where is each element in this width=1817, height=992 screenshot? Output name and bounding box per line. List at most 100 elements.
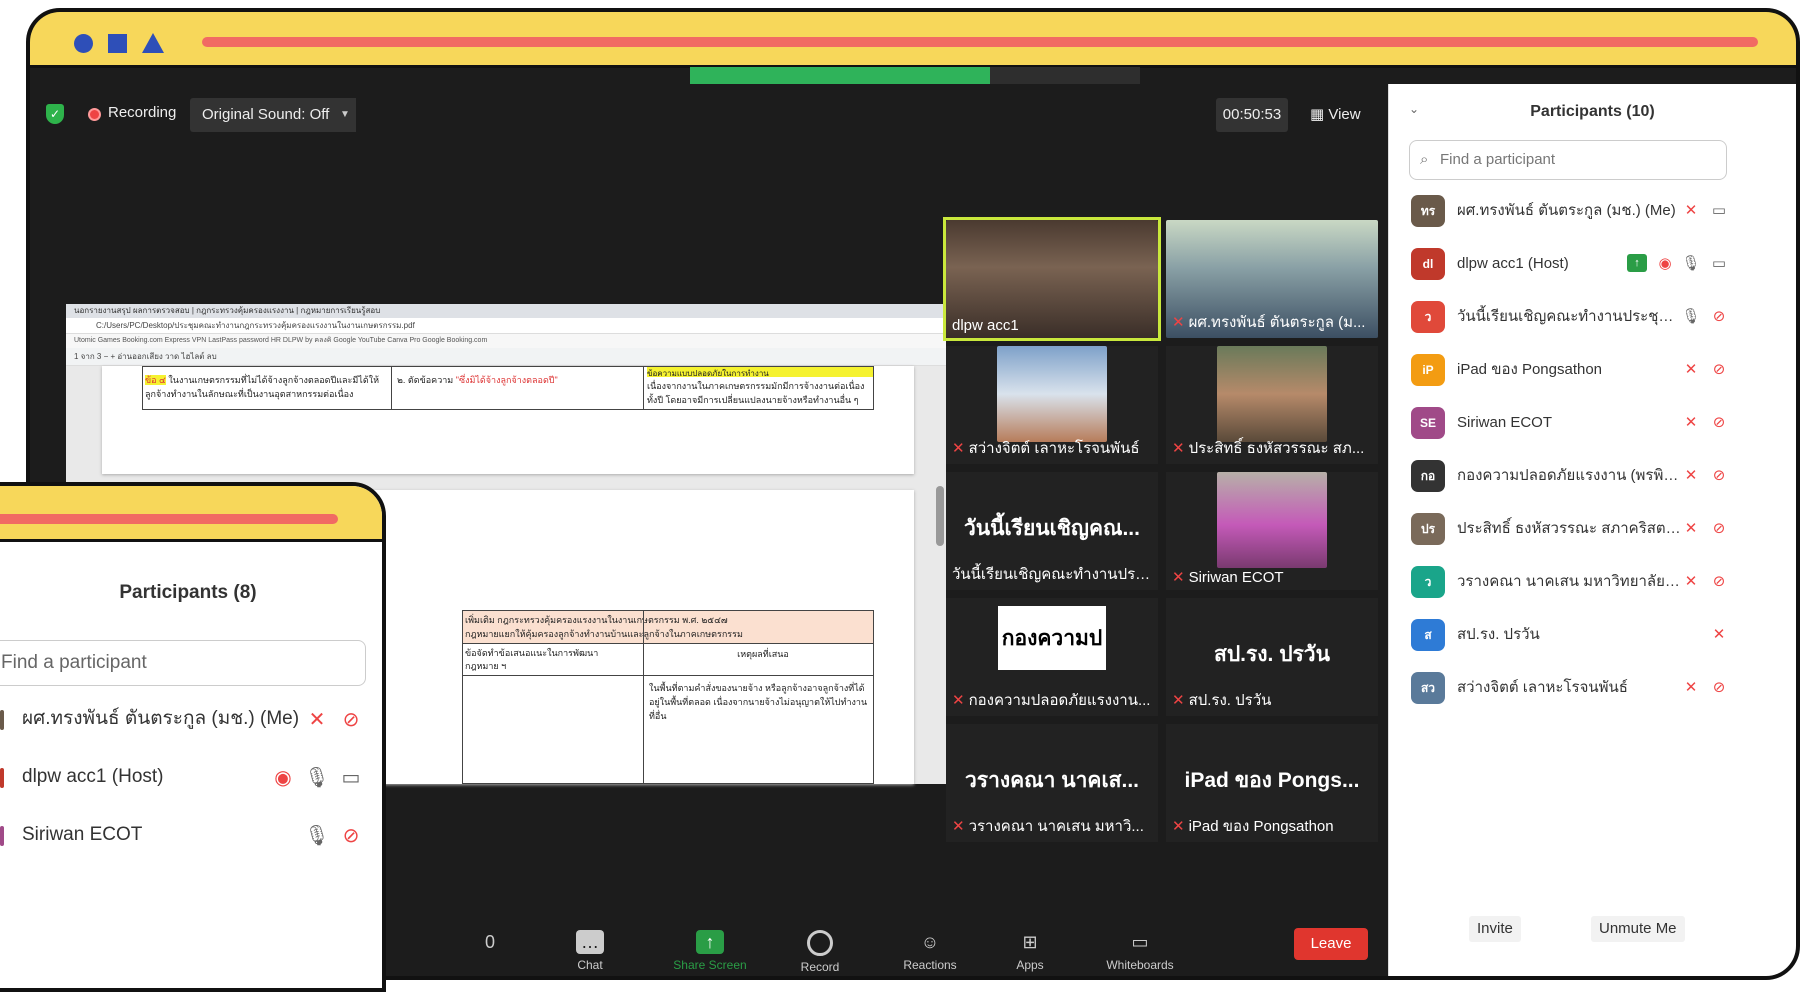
profile-photo: [997, 346, 1107, 442]
unmute-me-button[interactable]: Unmute Me: [1591, 916, 1685, 942]
avatar: dl: [1411, 248, 1445, 280]
video-tile[interactable]: วันนี้เรียนเชิญคณ... วันนี้เรียนเชิญคณะท…: [946, 472, 1158, 590]
muted-mic-icon[interactable]: ✕: [304, 707, 330, 733]
muted-mic-icon[interactable]: ✕: [1681, 519, 1701, 539]
participant-row[interactable]: dl dlpw acc1 (Host) ↑ ◉ 🎙 ▭: [1389, 237, 1796, 290]
popup-participant-row[interactable]: dlpw acc1 (Host) ◉ 🎙 ▭: [0, 748, 382, 806]
participants-count: 0: [484, 932, 495, 952]
participant-row[interactable]: ส สป.รง. ปรวัน ✕: [1389, 608, 1796, 661]
muted-mic-icon[interactable]: ✕: [1709, 625, 1729, 645]
video-off-icon[interactable]: ⊘: [1709, 678, 1729, 698]
tile-name: สป.รง. ปรวัน: [1188, 692, 1272, 709]
leave-button[interactable]: Leave: [1294, 928, 1368, 960]
video-off-icon[interactable]: ⊘: [1709, 519, 1729, 539]
muted-mic-icon[interactable]: ✕: [1681, 413, 1701, 433]
mic-icon[interactable]: 🎙: [1681, 307, 1701, 327]
original-sound-button[interactable]: Original Sound: Off: [190, 98, 342, 132]
tile-name: ประสิทธิ์ ธงหัสวรรณะ สภ...: [1188, 440, 1365, 457]
muted-mic-icon[interactable]: ✕: [1681, 466, 1701, 486]
pdf-col-head-1: ข้อจัดทำข้อเสนอแนะในการพัฒนากฎหมาย ฯ: [465, 648, 599, 671]
browser-address-bar[interactable]: C:/Users/PC/Desktop/ประชุมคณะทำงานกฎกระท…: [66, 318, 946, 334]
viewing-banner: [690, 67, 990, 85]
muted-mic-icon[interactable]: ✕: [1681, 201, 1701, 221]
muted-mic-icon[interactable]: ✕: [1681, 572, 1701, 592]
avatar: ทร: [1411, 195, 1445, 227]
participant-name: ผศ.ทรงพันธ์ ตันตระกูล (มช.) (Me): [1457, 202, 1676, 219]
video-tile[interactable]: iPad ของ Pongs... ✕ iPad ของ Pongsathon: [1166, 724, 1378, 842]
muted-mic-icon: ✕: [1172, 440, 1185, 457]
pdf-cell-1: ข้อ ๔ ในงานเกษตรกรรมที่ไม่ได้จ้างลูกจ้าง…: [145, 375, 379, 399]
pdf-toolbar[interactable]: 1 จาก 3 − + อ่านออกเสียง วาด ไฮไลต์ ลบ: [66, 348, 946, 366]
mic-icon[interactable]: 🎙: [304, 765, 330, 791]
video-gallery: dlpw acc1 ✕ ผศ.ทรงพันธ์ ตันตระกูล (ม... ✕…: [943, 217, 1378, 842]
tile-name: วันนี้เรียนเชิญคณะทำงานประ...: [952, 566, 1154, 583]
participant-name: สว่างจิตต์ เลาหะโรจนพันธ์: [1457, 679, 1628, 696]
browser-bookmarks[interactable]: Utomic Games Booking.com Express VPN Las…: [66, 334, 946, 348]
participant-search-input[interactable]: ⌕ Find a participant: [1409, 140, 1727, 180]
audio-count-button[interactable]: 0: [450, 930, 530, 954]
panel-title: Participants (10): [1530, 103, 1655, 120]
video-off-icon[interactable]: ⊘: [1709, 572, 1729, 592]
whiteboards-button[interactable]: ▭ Whiteboards: [1100, 930, 1180, 972]
participant-row[interactable]: ปร ประสิทธิ์ ธงหัสวรรณะ สภาคริสตจักรใน..…: [1389, 502, 1796, 555]
browser-tabs[interactable]: นอกรายงานสรุป ผลการตรวจสอบ | กฎกระทรวงคุ…: [66, 304, 946, 318]
avatar: ปร: [1411, 513, 1445, 545]
video-icon[interactable]: ▭: [1709, 201, 1729, 221]
muted-mic-icon[interactable]: ✕: [1681, 360, 1701, 380]
popup-search-input[interactable]: Find a participant: [0, 640, 366, 686]
chat-button[interactable]: … Chat: [550, 930, 630, 972]
participant-row[interactable]: ว วันนี้เรียนเชิญคณะทำงานประชุม เวลา ...…: [1389, 290, 1796, 343]
participant-row[interactable]: สว สว่างจิตต์ เลาหะโรจนพันธ์ ✕ ⊘: [1389, 661, 1796, 714]
participant-row[interactable]: SE Siriwan ECOT ✕ ⊘: [1389, 396, 1796, 449]
muted-mic-icon[interactable]: ✕: [1681, 678, 1701, 698]
popup-participant-row[interactable]: Siriwan ECOT 🎙 ⊘: [0, 806, 382, 864]
video-icon[interactable]: ▭: [338, 765, 364, 791]
avatar: [0, 826, 4, 846]
video-off-icon[interactable]: ⊘: [1709, 466, 1729, 486]
participant-row[interactable]: ทร ผศ.ทรงพันธ์ ตันตระกูล (มช.) (Me) ✕ ▭: [1389, 184, 1796, 237]
video-off-icon[interactable]: ⊘: [1709, 360, 1729, 380]
video-tile[interactable]: สป.รง. ปรวัน ✕ สป.รง. ปรวัน: [1166, 598, 1378, 716]
shield-icon[interactable]: ✓: [46, 104, 64, 124]
pdf-subtitle: กฎหมายแยกให้คุ้มครองลูกจ้างทำงานบ้านและล…: [465, 629, 743, 639]
mic-icon[interactable]: 🎙: [1681, 254, 1701, 274]
share-screen-button[interactable]: ↑ Share Screen: [670, 930, 750, 972]
video-tile[interactable]: ✕ ผศ.ทรงพันธ์ ตันตระกูล (ม...: [1166, 220, 1378, 338]
pdf-cell-header: ข้อความแบบปลอดภัยในการทำงาน: [647, 367, 873, 378]
video-tile[interactable]: วรางคณา นาคเส... ✕ วรางคณา นาคเสน มหาวิ..…: [946, 724, 1158, 842]
video-tile[interactable]: กองความป ✕ กองความปลอดภัยแรงงาน...: [946, 598, 1158, 716]
video-off-icon[interactable]: ⊘: [1709, 307, 1729, 327]
muted-mic-icon: ✕: [1172, 314, 1185, 331]
reactions-button[interactable]: ☺ Reactions: [890, 930, 970, 972]
invite-button[interactable]: Invite: [1469, 916, 1521, 942]
tile-name: dlpw acc1: [952, 317, 1019, 334]
participant-row[interactable]: iP iPad ของ Pongsathon ✕ ⊘: [1389, 343, 1796, 396]
tile-big-name: วรางคณา นาคเส...: [965, 769, 1139, 792]
chevron-down-icon[interactable]: ▼: [334, 98, 356, 132]
video-tile[interactable]: ✕ สว่างจิตต์ เลาหะโรจนพันธ์: [946, 346, 1158, 464]
video-tile[interactable]: ✕ Siriwan ECOT: [1166, 472, 1378, 590]
title-bar-line: [202, 37, 1758, 47]
participant-name: สป.รง. ปรวัน: [1457, 626, 1540, 643]
record-icon: [807, 930, 833, 956]
participant-list: ทร ผศ.ทรงพันธ์ ตันตระกูล (มช.) (Me) ✕ ▭ …: [1389, 184, 1796, 714]
video-off-icon[interactable]: ⊘: [338, 707, 364, 733]
mic-icon[interactable]: 🎙: [304, 823, 330, 849]
popup-participant-row[interactable]: ผศ.ทรงพันธ์ ตันตระกูล (มช.) (Me) ✕ ⊘: [0, 690, 382, 748]
muted-mic-icon: ✕: [1172, 569, 1185, 586]
participant-row[interactable]: กอ กองความปลอดภัยแรงงาน (พรพิมล มุข... ✕…: [1389, 449, 1796, 502]
video-tile[interactable]: dlpw acc1: [943, 217, 1161, 341]
apps-button[interactable]: ⊞ Apps: [990, 930, 1070, 972]
tile-name: สว่างจิตต์ เลาหะโรจนพันธ์: [968, 440, 1140, 457]
view-button[interactable]: ▦ View: [1310, 98, 1361, 132]
video-icon[interactable]: ▭: [1709, 254, 1729, 274]
video-off-icon[interactable]: ⊘: [1709, 413, 1729, 433]
video-off-icon[interactable]: ⊘: [338, 823, 364, 849]
pdf-scrollbar[interactable]: [936, 486, 944, 546]
participants-popup: Participants (8) Find a participant ผศ.ท…: [0, 482, 386, 992]
square-icon: [108, 34, 127, 53]
video-tile[interactable]: ✕ ประสิทธิ์ ธงหัสวรรณะ สภ...: [1166, 346, 1378, 464]
record-button[interactable]: Record: [780, 930, 860, 974]
record-indicator-icon: [88, 108, 101, 121]
participant-row[interactable]: ว วรางคณา นาคเสน มหาวิทยาลัยเชียงใหม่ ✕ …: [1389, 555, 1796, 608]
